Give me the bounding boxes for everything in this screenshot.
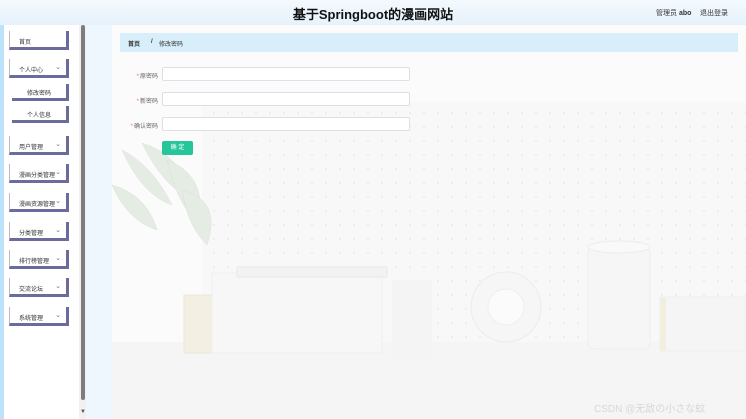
sidebar-item-label: 个人中心 (19, 68, 44, 74)
sidebar-item-label: 漫画资源管理 (19, 202, 56, 208)
sidebar-item-label: 交流论坛 (19, 287, 44, 293)
main-content: 首页 / 修改密码 *原密码 *新密码 *确认密码 确 定 (112, 25, 746, 419)
site-title: 基于Springboot的漫画网站 (292, 7, 454, 22)
chevron-down-icon: ⌄ (55, 312, 61, 319)
chevron-down-icon: ⌄ (55, 64, 61, 71)
sidebar-item-comic-resource-management[interactable]: 漫画资源管理 ⌄ (9, 193, 69, 212)
sidebar-item-label: 系统管理 (19, 316, 44, 322)
triangle-down-icon[interactable]: ▼ (79, 409, 87, 415)
sidebar-item-ranking-management[interactable]: 排行榜管理 ⌄ (9, 250, 69, 269)
new-password-input[interactable] (162, 92, 410, 106)
top-header: 基于Springboot的漫画网站 管理员 abo 退出登录 (0, 0, 746, 25)
user-role: 管理员 (656, 10, 677, 17)
logout-link[interactable]: 退出登录 (700, 8, 728, 18)
sidebar-item-forum[interactable]: 交流论坛 ⌄ (9, 278, 69, 297)
sidebar-item-label: 个人信息 (26, 113, 51, 119)
background-illustration (112, 102, 746, 419)
breadcrumb-separator: / (151, 39, 153, 45)
confirm-button[interactable]: 确 定 (162, 141, 193, 155)
sidebar-subitem-personal-info[interactable]: 个人信息 (12, 106, 69, 123)
sidebar-item-home[interactable]: 首页 (9, 31, 69, 50)
sidebar-item-system-management[interactable]: 系统管理 ⌄ (9, 307, 69, 326)
sidebar-scrollbar-thumb[interactable] (81, 25, 85, 400)
form-row-new-password: *新密码 (112, 92, 412, 106)
user-name: abo (678, 10, 692, 17)
csdn-watermark: CSDN @无敌の小さな蚊 (594, 404, 706, 415)
old-password-label: *原密码 (136, 74, 158, 80)
sidebar-item-label: 分类管理 (19, 231, 44, 237)
sidebar-item-label: 漫画分类管理 (19, 173, 56, 179)
sidebar-item-label: 排行榜管理 (19, 259, 50, 265)
confirm-password-label: *确认密码 (130, 124, 158, 130)
chevron-down-icon: ⌄ (55, 141, 61, 148)
sidebar: 首页 个人中心 ⌄ 修改密码 个人信息 用户管理 ⌄ 漫画分类管理 ⌄ 漫画资源… (0, 25, 86, 419)
sidebar-item-label: 首页 (19, 40, 32, 46)
breadcrumb-home-link[interactable]: 首页 (128, 39, 140, 48)
breadcrumb: 首页 / 修改密码 (120, 33, 738, 52)
sidebar-item-category-management[interactable]: 分类管理 ⌄ (9, 222, 69, 241)
new-password-label: *新密码 (136, 99, 158, 105)
sidebar-item-personal-center[interactable]: 个人中心 ⌄ (9, 59, 69, 78)
chevron-down-icon: ⌄ (55, 198, 61, 205)
chevron-down-icon: ⌄ (55, 227, 61, 234)
chevron-down-icon: ⌄ (55, 283, 61, 290)
chevron-down-icon: ⌄ (55, 255, 61, 262)
sidebar-accent-strip (0, 25, 4, 419)
sidebar-item-label: 用户管理 (19, 145, 44, 151)
current-user: 管理员 abo (656, 8, 691, 18)
form-row-old-password: *原密码 (112, 67, 412, 81)
sidebar-subitem-change-password[interactable]: 修改密码 (12, 84, 69, 101)
sidebar-item-comic-category-management[interactable]: 漫画分类管理 ⌄ (9, 164, 69, 183)
breadcrumb-current: 修改密码 (159, 42, 184, 48)
form-row-confirm-password: *确认密码 (112, 117, 412, 131)
chevron-down-icon: ⌄ (55, 169, 61, 176)
sidebar-item-user-management[interactable]: 用户管理 ⌄ (9, 136, 69, 155)
sidebar-item-label: 修改密码 (26, 91, 51, 97)
confirm-password-input[interactable] (162, 117, 410, 131)
old-password-input[interactable] (162, 67, 410, 81)
